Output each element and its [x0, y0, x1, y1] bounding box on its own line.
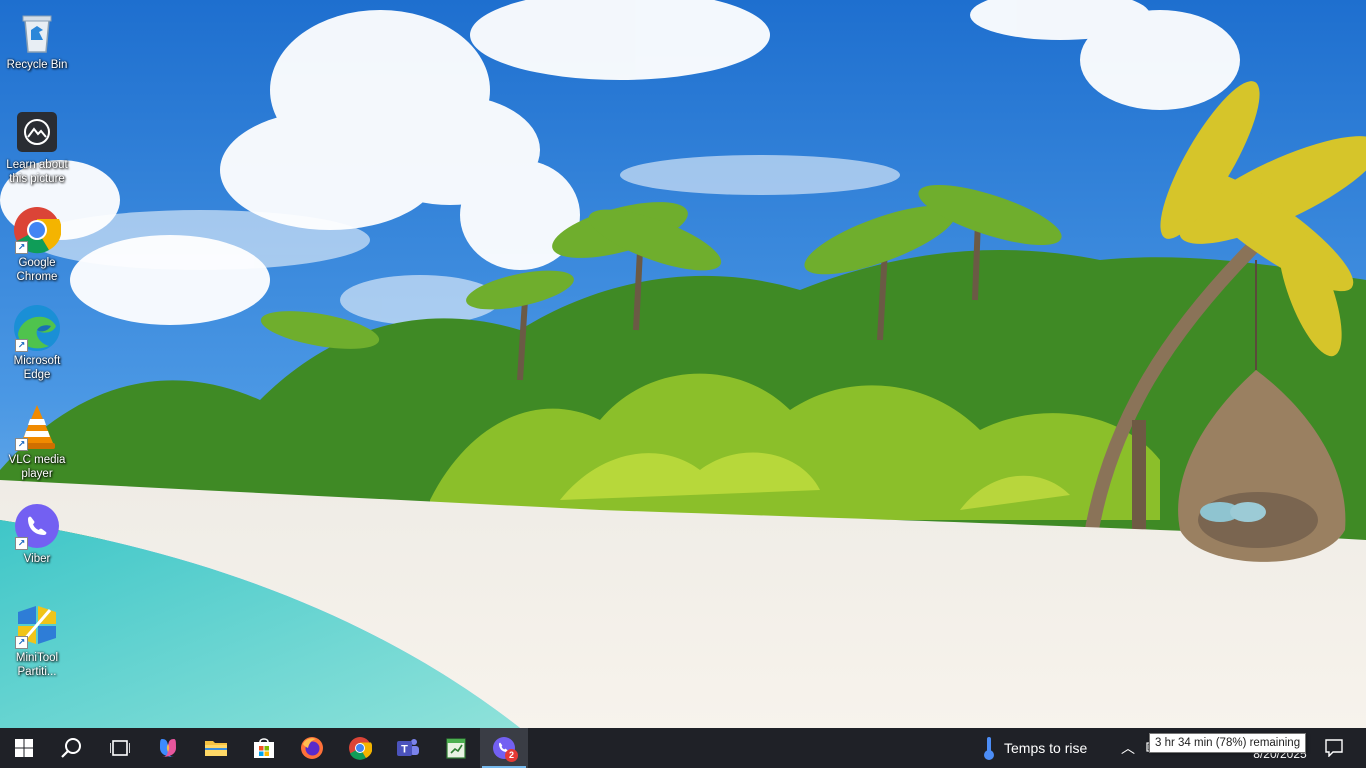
copilot-button[interactable]	[144, 728, 192, 768]
chrome-icon: ↗	[13, 206, 61, 254]
search-icon	[61, 738, 81, 758]
battery-tooltip: 3 hr 34 min (78%) remaining	[1149, 733, 1307, 753]
desktop-icon-label: VLC media player	[8, 454, 66, 480]
show-hidden-icons-button[interactable]: ︿	[1116, 728, 1140, 768]
desktop-icon-vlc[interactable]: ↗ VLC media player	[2, 403, 72, 481]
notepad-button[interactable]	[432, 728, 480, 768]
minitool-icon: ↗	[13, 601, 61, 649]
weather-text: Temps to rise	[1004, 740, 1088, 756]
desktop-icon-label: MiniTool Partiti...	[15, 652, 59, 678]
shortcut-arrow-icon: ↗	[15, 537, 28, 550]
microsoft-store-button[interactable]	[240, 728, 288, 768]
chevron-up-icon: ︿	[1121, 740, 1135, 756]
system-tray: ︿	[1116, 728, 1140, 768]
firefox-button[interactable]	[288, 728, 336, 768]
file-explorer-button[interactable]	[192, 728, 240, 768]
notepad-icon	[446, 738, 466, 759]
camera-icon	[13, 108, 61, 156]
desktop-icon-minitool[interactable]: ↗ MiniTool Partiti...	[2, 601, 72, 679]
chrome-icon	[349, 737, 372, 760]
recycle-bin-icon	[13, 8, 61, 56]
desktop-icon-label: Recycle Bin	[6, 59, 68, 71]
task-view-icon	[110, 740, 130, 756]
desktop-wallpaper	[0, 0, 1366, 728]
thermometer-icon	[984, 737, 994, 760]
desktop-icon-label: Viber	[23, 553, 51, 565]
desktop-icon-label: Microsoft Edge	[13, 355, 61, 381]
firefox-icon	[301, 737, 323, 759]
viber-icon: ↗	[13, 502, 61, 550]
vlc-icon: ↗	[13, 403, 61, 451]
shortcut-arrow-icon: ↗	[15, 438, 28, 451]
windows-logo-icon	[15, 739, 33, 757]
teams-icon: T	[397, 739, 419, 756]
desktop-icon-label: Learn about this picture	[6, 159, 68, 185]
start-button[interactable]	[0, 728, 48, 768]
chrome-button[interactable]	[336, 728, 384, 768]
copilot-icon	[160, 739, 176, 757]
desktop-icon-google-chrome[interactable]: ↗ Google Chrome	[2, 206, 72, 284]
edge-icon: ↗	[13, 304, 61, 352]
folder-icon	[205, 741, 227, 756]
weather-widget[interactable]: Temps to rise	[982, 728, 1087, 768]
desktop-icon-label: Google Chrome	[16, 257, 58, 283]
svg-text:T: T	[401, 744, 408, 756]
notification-icon	[1325, 739, 1343, 757]
store-icon	[254, 738, 274, 758]
desktop-icon-microsoft-edge[interactable]: ↗ Microsoft Edge	[2, 304, 72, 382]
shortcut-arrow-icon: ↗	[15, 636, 28, 649]
task-view-button[interactable]	[96, 728, 144, 768]
desktop-icon-learn-about-picture[interactable]: Learn about this picture	[2, 108, 72, 186]
shortcut-arrow-icon: ↗	[15, 241, 28, 254]
search-button[interactable]	[48, 728, 96, 768]
shortcut-arrow-icon: ↗	[15, 339, 28, 352]
desktop-icon-viber[interactable]: ↗ Viber	[2, 502, 72, 566]
desktop-icon-recycle-bin[interactable]: Recycle Bin	[2, 8, 72, 72]
teams-button[interactable]: T	[384, 728, 432, 768]
action-center-button[interactable]	[1318, 728, 1350, 768]
viber-taskbar-button[interactable]: 2	[480, 728, 528, 768]
notification-badge: 2	[505, 749, 518, 762]
